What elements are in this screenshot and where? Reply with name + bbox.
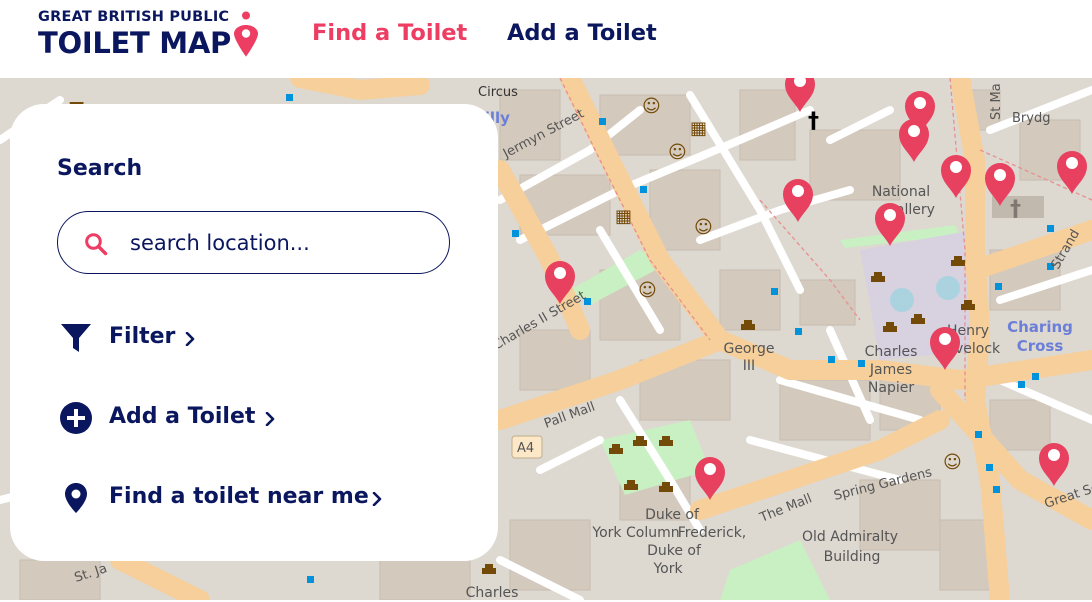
filter-label: Filter [109, 324, 176, 349]
svg-text:Duke of: Duke of [645, 507, 700, 523]
search-panel: Search Filter Add a Toilet F [10, 104, 498, 561]
svg-text:York: York [652, 561, 683, 577]
svg-text:III: III [743, 358, 755, 374]
filter-button[interactable]: Filter [60, 318, 420, 358]
logo-pin-icon [234, 11, 258, 57]
logo-title: TOILET MAP [38, 26, 231, 60]
search-box[interactable] [57, 211, 450, 274]
svg-text:☺: ☺ [638, 280, 657, 301]
chevron-right-icon [372, 492, 382, 506]
filter-icon [61, 324, 91, 352]
svg-text:St Ma: St Ma [989, 83, 1004, 120]
svg-text:Charles: Charles [466, 585, 519, 600]
add-toilet-button[interactable]: Add a Toilet [60, 398, 420, 438]
svg-text:▦: ▦ [615, 206, 632, 227]
svg-text:York Column: York Column [591, 525, 679, 541]
svg-text:†: † [808, 109, 819, 134]
svg-text:▦: ▦ [690, 118, 707, 139]
svg-text:☺: ☺ [694, 217, 713, 238]
svg-text:Brydg: Brydg [1012, 111, 1050, 126]
svg-text:Cross: Cross [1017, 337, 1064, 355]
svg-text:Frederick,: Frederick, [678, 525, 747, 541]
find-nearby-button[interactable]: Find a toilet near me [60, 478, 420, 518]
svg-text:☺: ☺ [642, 96, 661, 117]
svg-text:A4: A4 [517, 441, 534, 456]
add-toilet-label: Add a Toilet [109, 404, 256, 429]
svg-text:Charing: Charing [1007, 318, 1073, 336]
svg-text:Building: Building [824, 549, 881, 565]
chevron-right-icon [185, 332, 195, 346]
logo-tagline: GREAT BRITISH PUBLIC [38, 9, 230, 25]
nav-add-toilet[interactable]: Add a Toilet [507, 20, 657, 46]
svg-text:Napier: Napier [868, 380, 914, 396]
panel-title: Search [57, 156, 143, 181]
svg-text:National: National [872, 184, 930, 200]
svg-text:George: George [723, 341, 774, 357]
svg-text:Old Admiralty: Old Admiralty [802, 529, 898, 545]
svg-text:Charles: Charles [865, 344, 918, 360]
svg-text:Circus: Circus [478, 85, 518, 100]
svg-text:☺: ☺ [668, 142, 687, 163]
site-logo[interactable]: GREAT BRITISH PUBLIC TOILET MAP [38, 9, 260, 65]
plus-circle-icon [60, 402, 92, 434]
search-icon [85, 233, 108, 256]
svg-text:James: James [869, 362, 912, 378]
search-input[interactable] [130, 226, 430, 260]
find-nearby-label: Find a toilet near me [109, 484, 369, 509]
nav-find-toilet[interactable]: Find a Toilet [312, 20, 467, 46]
location-pin-icon [65, 483, 87, 513]
svg-text:☺: ☺ [943, 452, 962, 473]
svg-text:Duke of: Duke of [647, 543, 702, 559]
chevron-right-icon [265, 412, 275, 426]
app-header: GREAT BRITISH PUBLIC TOILET MAP Find a T… [0, 0, 1092, 78]
